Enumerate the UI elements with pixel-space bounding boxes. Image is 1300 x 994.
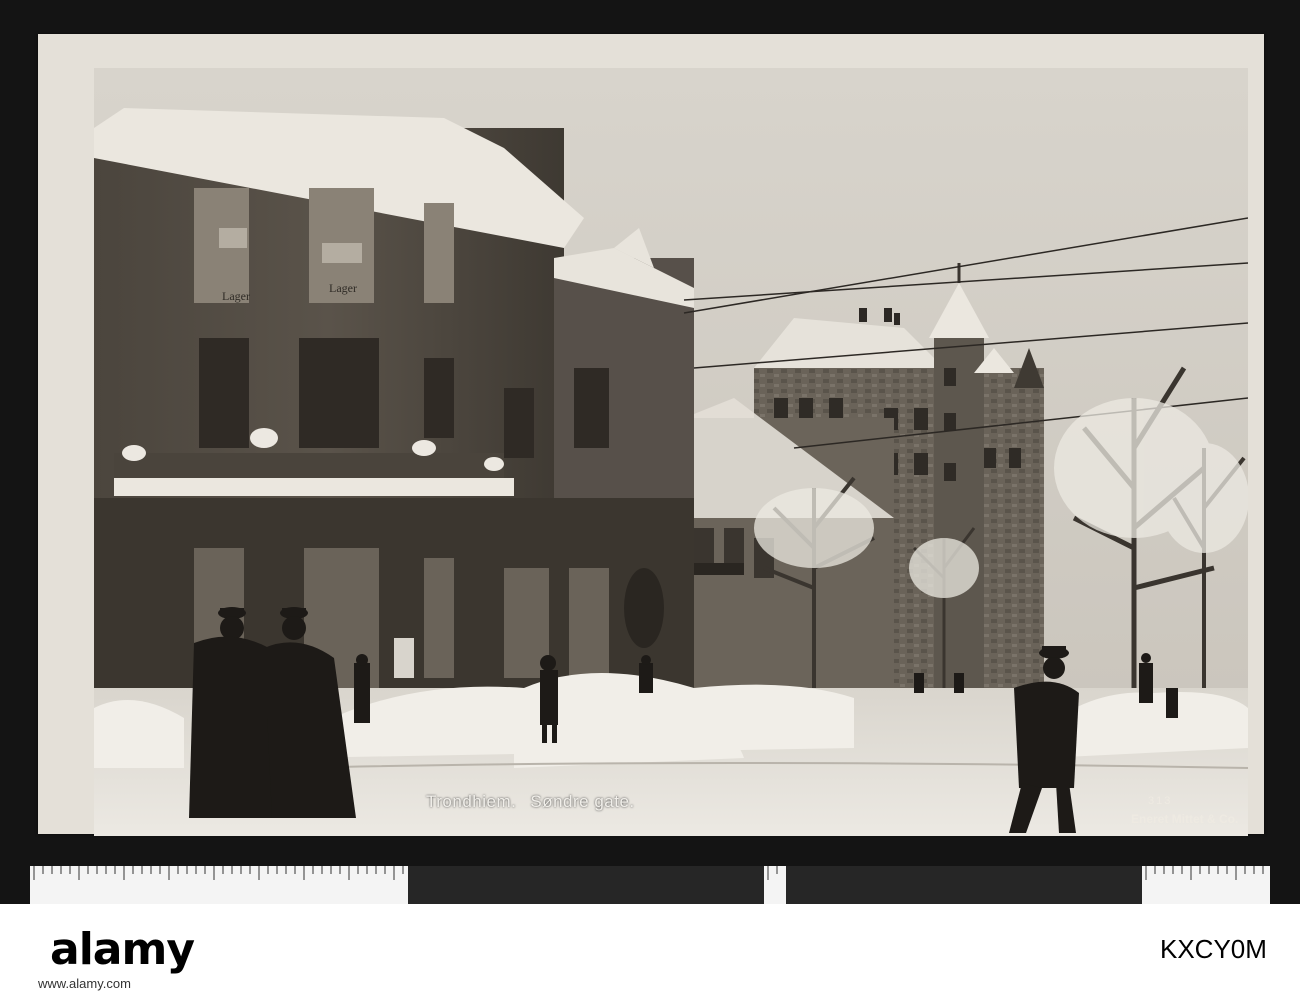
street-photo: Lager Lager Trondhiem. Søndre gate. 313 E… [94, 68, 1248, 836]
scale-ticks [33, 866, 1264, 880]
plate-number: 313 [1148, 795, 1173, 807]
image-id: KXCY0M [1160, 934, 1267, 964]
publisher-credit: Eneret Mittet & Co. [1131, 812, 1239, 826]
stock-footer: alamy www.alamy.com KXCY0M [0, 904, 1300, 994]
facade-sign-upper: Lager [329, 281, 357, 295]
postcard-caption: Trondhiem. Søndre gate. [426, 792, 635, 812]
caption-street: Søndre gate. [530, 792, 635, 811]
measurement-scale [30, 866, 1270, 904]
postcard: Lager Lager Trondhiem. Søndre gate. 313 E… [38, 34, 1264, 836]
winter-street-scene: Lager Lager [94, 68, 1248, 836]
caption-city: Trondhiem. [426, 792, 517, 811]
alamy-url: www.alamy.com [38, 976, 131, 991]
facade-sign-lower: Lager [222, 289, 250, 303]
alamy-logo: alamy [50, 924, 195, 975]
